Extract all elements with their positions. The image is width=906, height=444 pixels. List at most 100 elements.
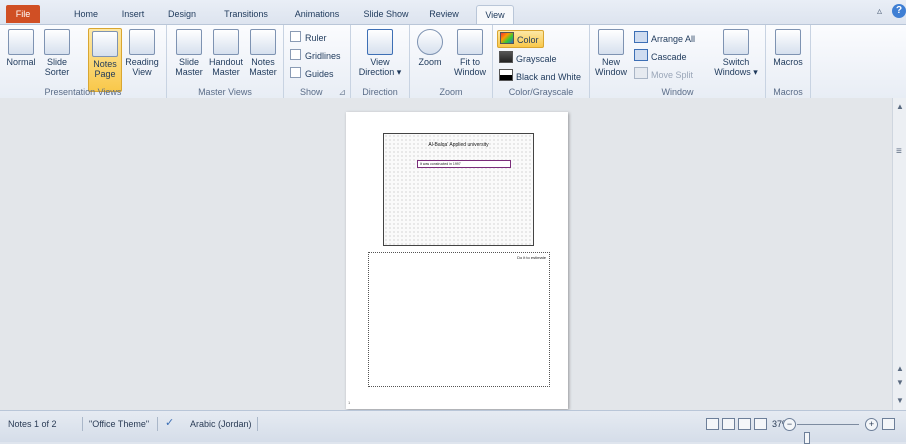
tab-insert[interactable]: Insert [113,6,153,24]
group-label-window: Window [661,87,694,97]
reading-view-status-icon[interactable] [738,418,751,430]
normal-view-status-icon[interactable] [706,418,719,430]
view-direction-icon [367,29,393,55]
switch-windows-icon [723,29,749,55]
arrange-all-icon [634,31,648,43]
normal-view-button[interactable]: Normal [6,29,36,67]
group-label-show: Show ⊿ [300,87,346,98]
group-zoom: Zoom Fit to Window Zoom [410,25,493,98]
grayscale-swatch-icon [499,51,513,63]
tab-home[interactable]: Home [66,6,106,24]
notes-page-icon [92,31,118,57]
language-indicator[interactable]: Arabic (Jordan) [190,419,252,429]
notes-page-indicator: Notes 1 of 2 [8,419,57,429]
help-icon[interactable]: ? [892,4,906,18]
fit-to-window-button[interactable]: Fit to Window [450,29,490,77]
group-label-zoom: Zoom [439,87,463,97]
fit-slide-to-window-icon[interactable] [882,418,895,430]
ribbon-tab-bar: File Home Insert Design Transitions Anim… [0,0,906,25]
zoom-out-icon[interactable]: − [783,418,796,431]
macros-icon [775,29,801,55]
group-color-grayscale: Color Grayscale Black and White Color/Gr… [493,25,590,98]
black-white-swatch-icon [499,69,513,81]
scroll-down-icon[interactable]: ▼ [896,396,904,405]
slide-sorter-status-icon[interactable] [722,418,735,430]
view-direction-button[interactable]: View Direction ▾ [355,29,405,77]
zoom-slider-thumb[interactable] [804,432,810,444]
move-split-icon [634,67,648,79]
group-label-presentation-views: Presentation Views [44,87,122,97]
arrange-all-button[interactable]: Arrange All [634,31,695,45]
zoom-in-icon[interactable]: + [865,418,878,431]
minimize-ribbon-icon[interactable]: ▵ [877,6,882,17]
slide-master-button[interactable]: Slide Master [173,29,205,77]
tab-review[interactable]: Review [424,6,464,24]
notes-page-workspace: Al-Balqa' Applied university It was cons… [0,98,892,410]
next-page-icon[interactable]: ▼ [896,378,904,387]
slide-subtitle: It was constructed in 1997 [417,160,511,168]
status-separator [82,417,83,431]
previous-page-icon[interactable]: ▲ [896,364,904,373]
tab-slide-show[interactable]: Slide Show [358,6,414,24]
reading-view-icon [129,29,155,55]
notes-text: Do it to estimate [517,255,546,260]
ruler-checkbox[interactable]: Ruler [290,31,327,44]
slide-sorter-button[interactable]: Slide Sorter [42,29,72,77]
tab-view[interactable]: View [476,5,514,25]
gridlines-checkbox[interactable]: Gridlines [290,49,341,62]
tab-transitions[interactable]: Transitions [215,6,277,24]
notes-master-button[interactable]: Notes Master [247,29,279,77]
handout-master-button[interactable]: Handout Master [207,29,245,77]
fit-to-window-icon [457,29,483,55]
reading-view-button[interactable]: Reading View [124,29,160,77]
normal-view-icon [8,29,34,55]
gridlines-checkbox-box [290,49,301,60]
slide-thumbnail[interactable]: Al-Balqa' Applied university It was cons… [383,133,534,246]
switch-windows-button[interactable]: Switch Windows ▾ [712,29,760,77]
spell-check-icon[interactable]: ✓ [165,416,174,429]
group-macros: Macros Macros [766,25,811,98]
group-show: Ruler Gridlines Guides Show ⊿ [284,25,351,98]
tab-file[interactable]: File [6,5,40,23]
move-split-button: Move Split [634,67,693,81]
cascade-icon [634,49,648,61]
ribbon: Normal Slide Sorter Notes Page Reading V… [0,24,906,99]
tab-design[interactable]: Design [162,6,202,24]
tab-animations[interactable]: Animations [286,6,348,24]
dialog-launcher-icon[interactable]: ⊿ [338,87,346,98]
status-separator [157,417,158,431]
ruler-checkbox-box [290,31,301,42]
group-label-direction: Direction [362,87,398,97]
scroll-thumb-grip-icon[interactable]: ≡ [896,146,902,157]
new-window-icon [598,29,624,55]
zoom-button[interactable]: Zoom [414,29,446,67]
slide-title: Al-Balqa' Applied university [428,142,489,148]
scroll-up-icon[interactable]: ▲ [896,102,904,111]
status-bar: Notes 1 of 2 "Office Theme" ✓ Arabic (Jo… [0,410,906,444]
color-button[interactable]: Color [497,30,544,48]
group-label-color-grayscale: Color/Grayscale [508,87,574,97]
status-separator [257,417,258,431]
vertical-scrollbar[interactable]: ▲ ≡ ▲ ▼ ▼ [892,98,906,410]
notes-placeholder[interactable]: Do it to estimate [368,252,550,387]
black-and-white-button[interactable]: Black and White [499,69,581,83]
slide-sorter-icon [44,29,70,55]
guides-checkbox[interactable]: Guides [290,67,334,80]
theme-name[interactable]: "Office Theme" [89,419,149,429]
cascade-button[interactable]: Cascade [634,49,687,63]
slide-master-icon [176,29,202,55]
group-label-master-views: Master Views [198,87,252,97]
slide-show-status-icon[interactable] [754,418,767,430]
macros-button[interactable]: Macros [770,29,806,67]
color-swatch-icon [500,32,514,44]
group-window: New Window Arrange All Cascade Move Spli… [590,25,766,98]
grayscale-button[interactable]: Grayscale [499,51,557,65]
zoom-slider[interactable] [797,424,859,444]
new-window-button[interactable]: New Window [594,29,628,77]
guides-checkbox-box [290,67,301,78]
group-direction: View Direction ▾ Direction [351,25,410,98]
notes-page-button[interactable]: Notes Page [88,28,122,92]
notes-master-icon [250,29,276,55]
page-number-marker: 1 [348,400,351,405]
group-label-macros: Macros [773,87,803,97]
